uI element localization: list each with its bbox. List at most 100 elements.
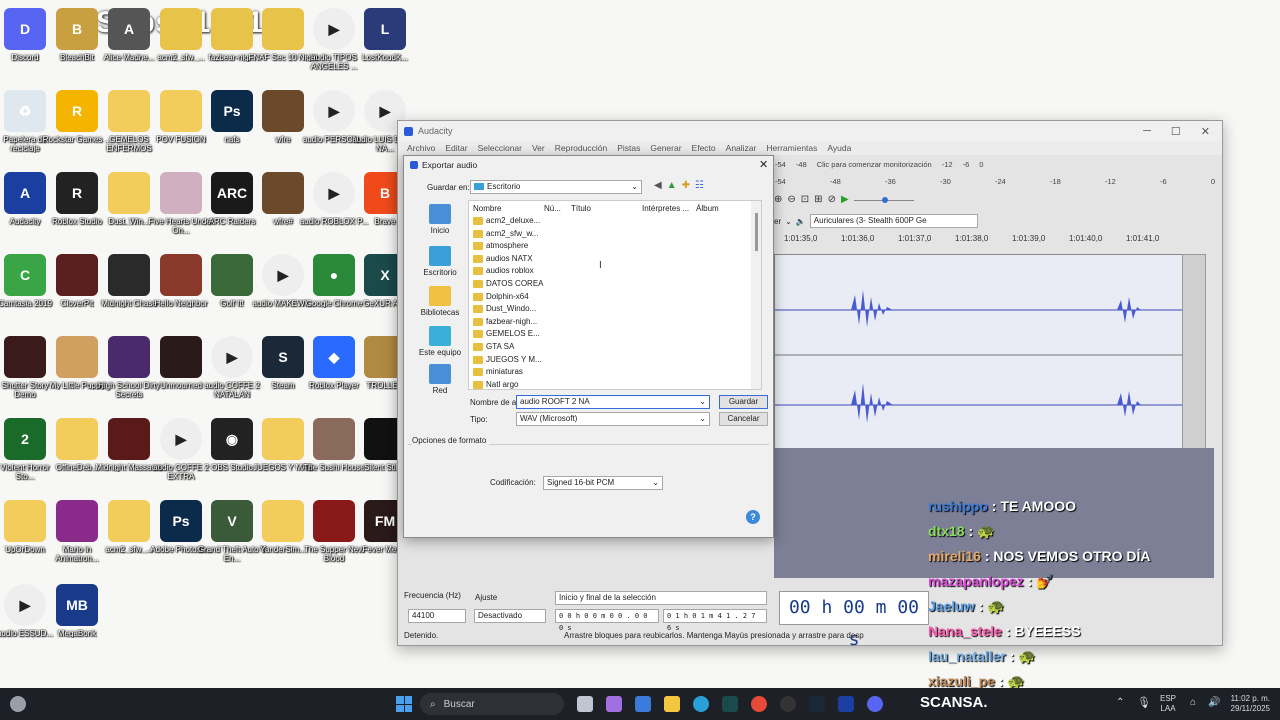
- selection-mode-select[interactable]: Inicio y final de la selección: [555, 591, 767, 605]
- save-button[interactable]: Guardar: [719, 395, 768, 409]
- place-this-pc[interactable]: Este equipo: [416, 326, 464, 357]
- chrome-icon[interactable]: [751, 696, 767, 712]
- copilot-icon[interactable]: [606, 696, 622, 712]
- view-menu-icon[interactable]: ☷: [695, 180, 704, 191]
- folder-row[interactable]: Dolphin-x64: [473, 291, 529, 303]
- type-select[interactable]: WAV (Microsoft) ⌄: [516, 412, 710, 426]
- encoding-select[interactable]: Signed 16-bit PCM ⌄: [543, 476, 663, 490]
- place-desktop[interactable]: Escritorio: [416, 246, 464, 277]
- folder-icon: [473, 267, 483, 276]
- column-number[interactable]: Nú...: [544, 204, 561, 213]
- place-network[interactable]: Red: [416, 364, 464, 395]
- menu-item[interactable]: Reproducción: [550, 141, 612, 155]
- obs-icon[interactable]: [780, 696, 796, 712]
- menu-item[interactable]: Analizar: [721, 141, 762, 155]
- gexur-icon[interactable]: [722, 696, 738, 712]
- audio-track[interactable]: [774, 254, 1184, 450]
- maximize-icon[interactable]: ☐: [1171, 125, 1181, 138]
- rate-select[interactable]: 44100: [408, 609, 466, 623]
- selection-start-time[interactable]: 0 0 h 0 0 m 0 0 . 0 0 0 s: [555, 609, 659, 632]
- chevron-down-icon[interactable]: ⌄: [785, 217, 792, 226]
- folder-row[interactable]: Natl argo: [473, 379, 518, 389]
- playback-meter[interactable]: -54 -48 -36 -30 -24 -18 -12 -6 0: [775, 177, 1215, 189]
- folder-row[interactable]: DATOS COREA: [473, 278, 544, 290]
- minimize-icon[interactable]: ─: [1143, 125, 1151, 138]
- column-name[interactable]: Nombre: [473, 204, 501, 213]
- column-title[interactable]: Título: [571, 204, 591, 213]
- task-view-icon[interactable]: [577, 696, 593, 712]
- folder-row[interactable]: acm2_sfw_w...: [473, 228, 538, 240]
- folder-row[interactable]: audios NATX: [473, 253, 533, 265]
- audacity-taskbar-icon[interactable]: [838, 696, 854, 712]
- edge-icon[interactable]: [693, 696, 709, 712]
- help-icon[interactable]: ?: [746, 510, 760, 524]
- menu-item[interactable]: Pistas: [612, 141, 645, 155]
- monitor-text[interactable]: Clic para comenzar monitorización: [817, 160, 932, 169]
- widgets-icon[interactable]: [10, 696, 26, 712]
- time-display[interactable]: 00 h 00 m 00 s: [779, 591, 929, 650]
- track-scrollbar[interactable]: [1182, 254, 1206, 450]
- place-libraries[interactable]: Bibliotecas: [416, 286, 464, 317]
- menu-item[interactable]: Editar: [440, 141, 472, 155]
- network-icon[interactable]: ⌂: [1190, 697, 1196, 708]
- store-icon[interactable]: [635, 696, 651, 712]
- discord-icon[interactable]: [867, 696, 883, 712]
- fit-selection-icon[interactable]: ⊡: [801, 194, 809, 205]
- meter-tick: -24: [995, 177, 1006, 186]
- new-folder-icon[interactable]: ✚: [682, 180, 690, 191]
- column-artists[interactable]: Intérpretes ...: [642, 204, 689, 213]
- clock[interactable]: 11:02 p. m. 29/11/2025: [1224, 694, 1270, 714]
- zoom-in-icon[interactable]: ⊕: [774, 194, 782, 205]
- start-icon[interactable]: [396, 696, 412, 712]
- folder-row[interactable]: miniaturas: [473, 366, 523, 378]
- menu-item[interactable]: Efecto: [687, 141, 721, 155]
- output-device-select[interactable]: Auriculares (3- Stealth 600P Ge: [809, 214, 978, 228]
- selection-end-time[interactable]: 0 1 h 0 1 m 4 1 . 2 7 6 s: [663, 609, 767, 632]
- play-at-speed-icon[interactable]: ▶: [841, 194, 849, 205]
- status-left: Detenido.: [404, 631, 439, 640]
- host-select-tail[interactable]: er: [774, 217, 781, 226]
- taskbar-search[interactable]: ⌕ Buscar: [420, 693, 564, 715]
- folder-row[interactable]: Dust_Windo...: [473, 303, 536, 315]
- file-explorer-icon[interactable]: [664, 696, 680, 712]
- folder-row[interactable]: atmosphere: [473, 240, 528, 252]
- dialog-close-icon[interactable]: ✕: [759, 158, 768, 171]
- up-folder-icon[interactable]: ▲: [667, 180, 677, 191]
- back-icon[interactable]: ◀: [654, 180, 662, 191]
- microphone-icon[interactable]: 🎙: [1137, 696, 1151, 709]
- folder-row[interactable]: fazbear-nigh...: [473, 316, 537, 328]
- file-list-scrollbar[interactable]: [751, 201, 761, 389]
- fit-project-icon[interactable]: ⊞: [814, 194, 822, 205]
- file-list[interactable]: Nombre Nú... Título Intérpretes ... Álbu…: [468, 200, 762, 390]
- place-home[interactable]: Inicio: [416, 204, 464, 235]
- menu-item[interactable]: Seleccionar: [473, 141, 527, 155]
- zoom-out-icon[interactable]: ⊖: [787, 194, 795, 205]
- zoom-toggle-icon[interactable]: ⊘: [828, 194, 836, 205]
- filename-input[interactable]: audio ROOFT 2 NA ⌄: [516, 395, 710, 409]
- desktop-icon[interactable]: L LostKoudK...: [350, 8, 420, 62]
- folder-row[interactable]: GEMELOS E...: [473, 328, 540, 340]
- audacity-title: Audacity: [418, 126, 453, 136]
- menu-item[interactable]: Archivo: [402, 141, 440, 155]
- desktop-icon[interactable]: MB MegaBonk: [42, 584, 112, 638]
- menu-item[interactable]: Ver: [527, 141, 550, 155]
- snap-select[interactable]: Desactivado: [474, 609, 546, 623]
- chevron-up-icon[interactable]: ⌃: [1116, 697, 1124, 708]
- folder-row[interactable]: GTA SA: [473, 341, 514, 353]
- volume-icon[interactable]: 🔊: [1208, 697, 1220, 708]
- record-meter[interactable]: -54 -48 Clic para comenzar monitorizació…: [775, 158, 1215, 170]
- folder-row[interactable]: acm2_deluxe...: [473, 215, 540, 227]
- steam-icon[interactable]: [809, 696, 825, 712]
- menu-item[interactable]: Herramientas: [761, 141, 822, 155]
- menu-item[interactable]: Ayuda: [822, 141, 856, 155]
- cancel-button[interactable]: Cancelar: [719, 412, 768, 426]
- folder-row[interactable]: JUEGOS Y M...: [473, 354, 542, 366]
- timeline-ruler[interactable]: 1:01:35,0 1:01:36,0 1:01:37,0 1:01:38,0 1:01…: [774, 234, 1214, 246]
- menu-item[interactable]: Generar: [645, 141, 686, 155]
- save-in-select[interactable]: Escritorio ⌄: [470, 180, 642, 194]
- close-icon[interactable]: ✕: [1201, 125, 1210, 138]
- folder-row[interactable]: audios roblox: [473, 265, 534, 277]
- column-album[interactable]: Álbum: [696, 204, 719, 213]
- language-indicator[interactable]: ESP LAA: [1160, 694, 1176, 714]
- speed-slider[interactable]: [853, 197, 914, 203]
